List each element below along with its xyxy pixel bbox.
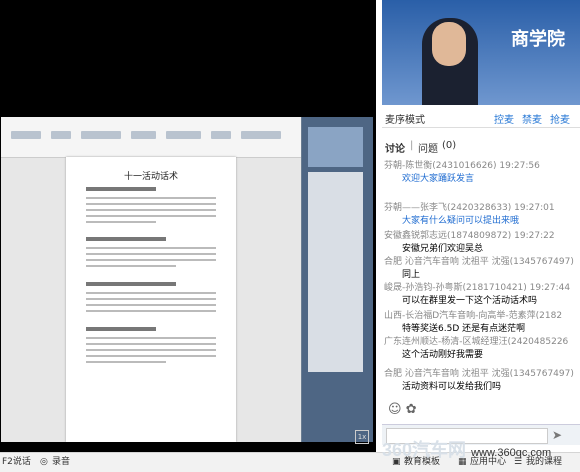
teacher-video: 商学院 (382, 0, 580, 105)
presenter-preview (302, 117, 373, 442)
emoji-icon[interactable]: ☺ (388, 402, 402, 417)
right-panel: 商学院 麦序模式 控麦 禁麦 抢麦 讨论 | 问题 (0) 芬朝-陈世衡(243… (382, 0, 580, 452)
document-title: 十一活动话术 (123, 172, 178, 182)
watermark: 360汽车网 www.360qc.com (382, 440, 552, 460)
preview-chat (308, 172, 363, 372)
list-item: 合肥 沁音汽车音响 沈祖平 沈强(1345767497) 同上 (384, 257, 574, 280)
tab-discussion[interactable]: 讨论 (385, 140, 405, 155)
record-button[interactable]: 录音 (52, 453, 70, 472)
mute-mic-button[interactable]: 禁麦 (522, 111, 542, 126)
fullscreen-button[interactable]: 1x (355, 430, 369, 444)
chat-tabs: 讨论 | 问题 (0) (385, 140, 457, 155)
mic-controls: 麦序模式 控麦 禁麦 抢麦 (382, 107, 580, 128)
list-item: 芬朝——张李飞(2420328633) 19:27:01 大家有什么疑问可以提出… (384, 203, 555, 226)
send-icon[interactable]: ➤ (552, 428, 562, 442)
tab-questions[interactable]: 问题 (418, 140, 438, 155)
shared-screen: 十一活动话术 (1, 117, 373, 442)
shared-screen-area: 十一活动话术 1x (0, 0, 376, 452)
list-item: 芬朝-陈世衡(2431016626) 19:27:56 欢迎大家踊跃发言 (384, 161, 540, 184)
mic-mode-dropdown[interactable]: 麦序模式 (385, 111, 425, 126)
preview-camera (308, 127, 363, 167)
flower-icon[interactable]: ✿ (406, 402, 417, 417)
document-window: 十一活动话术 (1, 117, 301, 442)
control-mic-button[interactable]: 控麦 (494, 111, 514, 126)
document-toolbar (1, 117, 301, 158)
video-banner: 商学院 (511, 29, 565, 49)
list-item: 安徽鑫锐郭志远(1874809872) 19:27:22 安徽兄弟们欢迎吴总 (384, 231, 555, 254)
list-item: 合肥 沁音汽车音响 沈祖平 沈强(1345767497) 活动资料可以发给我们吗 (384, 369, 574, 392)
chat-messages: 芬朝-陈世衡(2431016626) 19:27:56 欢迎大家踊跃发言 芬朝—… (384, 156, 579, 394)
record-icon[interactable]: ◎ (40, 453, 48, 472)
f2-talk-button[interactable]: F2说话 (2, 453, 31, 472)
document-page: 十一活动话术 (66, 157, 236, 442)
grab-mic-button[interactable]: 抢麦 (550, 111, 570, 126)
questions-count: (0) (442, 140, 457, 151)
list-item: 山西-长治福D汽车音响-向高举-范素萍(2182 特等奖送6.5D 还是有点迷茫… (384, 311, 563, 334)
list-item: 广东连州顺达-杨清-区城经理汪(2420485226 这个活动刚好我需要 (384, 337, 569, 360)
list-item: 峻晟-孙浩钧-孙粤斯(2181710421) 19:27:44 可以在群里发一下… (384, 283, 571, 306)
chat-tools: ☺ ✿ (388, 402, 417, 417)
teacher-face (432, 22, 466, 66)
